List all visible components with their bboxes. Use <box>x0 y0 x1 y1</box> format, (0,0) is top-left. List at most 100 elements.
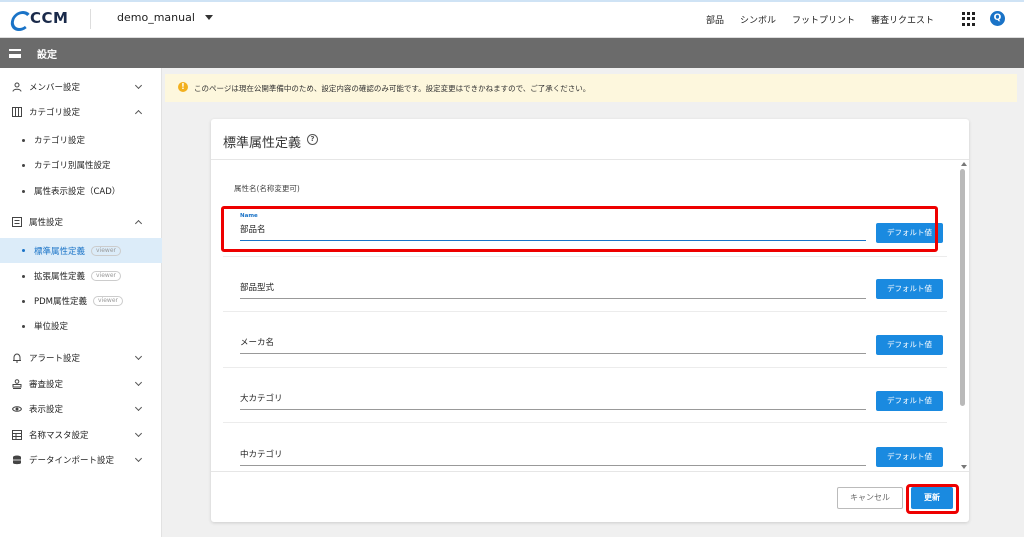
viewer-badge: viewer <box>91 245 121 256</box>
project-selector[interactable]: demo_manual <box>117 11 213 24</box>
sidebar-group-label: 審査設定 <box>29 380 64 390</box>
caret-down-icon <box>204 15 213 20</box>
bullet-icon <box>22 249 25 252</box>
help-icon[interactable]: ? <box>307 134 318 145</box>
nav-review-request[interactable]: 審査リクエスト <box>871 13 934 26</box>
chevron-down-icon <box>134 429 143 438</box>
sidebar-group-label: カテゴリ設定 <box>29 108 81 118</box>
eye-icon <box>12 406 22 412</box>
attribute-name-input[interactable]: 大カテゴリ <box>240 388 866 410</box>
input-value: 部品型式 <box>240 283 275 293</box>
attribute-name-input[interactable]: メーカ名 <box>240 332 866 354</box>
sidebar-group-category[interactable]: カテゴリ設定 <box>0 101 162 123</box>
bullet-icon <box>22 274 25 278</box>
sidebar-item-standard-attributes[interactable]: 標準属性定義 viewer <box>0 238 162 263</box>
project-name: demo_manual <box>117 11 195 24</box>
apps-grid-icon[interactable] <box>962 12 976 26</box>
top-accent-line <box>0 0 1024 2</box>
sidebar-group-label: 属性設定 <box>29 218 64 228</box>
attribute-row: メーカ名 デフォルト値 <box>223 311 947 366</box>
warning-icon: ! <box>178 82 188 92</box>
bullet-icon <box>22 189 25 193</box>
sidebar-item-category-attributes[interactable]: カテゴリ別属性設定 <box>0 153 162 177</box>
chevron-down-icon <box>134 403 143 412</box>
sidebar-group-member[interactable]: メンバー設定 <box>0 76 162 98</box>
notice-banner: ! このページは現在公開準備中のため、設定内容の確認のみ可能です。設定変更はでき… <box>165 74 1017 102</box>
main-nav: 部品 シンボル フットプリント 審査リクエスト <box>706 13 934 26</box>
sidebar-item-label: 属性表示設定（CAD） <box>34 187 121 197</box>
bullet-icon <box>22 299 25 303</box>
highlight-box-name-row <box>221 206 938 252</box>
sidebar-item-extended-attributes[interactable]: 拡張属性定義 viewer <box>0 264 162 288</box>
bullet-icon <box>22 163 25 167</box>
cancel-button[interactable]: キャンセル <box>837 487 903 509</box>
stamp-icon <box>12 379 22 389</box>
sidebar-group-label: アラート設定 <box>29 354 81 364</box>
nav-footprint[interactable]: フットプリント <box>792 13 855 26</box>
sidebar-group-review[interactable]: 審査設定 <box>0 373 162 395</box>
settings-header <box>0 38 1024 68</box>
sidebar-item-label: PDM属性定義 <box>34 297 88 307</box>
scroll-down-icon[interactable] <box>961 465 967 469</box>
sidebar-item-label: カテゴリ別属性設定 <box>34 161 111 171</box>
top-bar: CCM demo_manual 部品 シンボル フットプリント 審査リクエスト … <box>0 0 1024 38</box>
card-title: 標準属性定義 <box>223 136 302 151</box>
standard-attributes-card: 標準属性定義 ? 属性名(名称変更可) Name 部品名 デフォルト値 部品型式… <box>211 119 969 522</box>
card-divider <box>211 159 969 160</box>
scroll-up-icon[interactable] <box>961 162 967 166</box>
menu-icon[interactable] <box>9 49 21 58</box>
sidebar-item-label: 拡張属性定義 <box>34 272 86 282</box>
default-value-button[interactable]: デフォルト値 <box>876 391 943 411</box>
input-value: メーカ名 <box>240 338 275 348</box>
sidebar-item-label: 標準属性定義 <box>34 246 86 257</box>
database-icon <box>13 455 21 465</box>
input-value: 中カテゴリ <box>240 450 283 460</box>
header-divider <box>90 9 91 29</box>
footer-divider <box>211 471 969 472</box>
brand-name: CCM <box>30 9 69 27</box>
sidebar-group-data-import[interactable]: データインポート設定 <box>0 449 162 471</box>
column-header: 属性名(名称変更可) <box>234 184 300 193</box>
viewer-badge: viewer <box>91 271 121 281</box>
attribute-name-input[interactable]: 中カテゴリ <box>240 444 866 466</box>
logo-icon <box>10 10 26 26</box>
sidebar-item-label: 単位設定 <box>34 322 69 332</box>
chevron-down-icon <box>134 454 143 463</box>
scrollbar-thumb[interactable] <box>960 169 965 406</box>
sidebar-group-label: メンバー設定 <box>29 83 81 93</box>
sidebar-item-attribute-display-cad[interactable]: 属性表示設定（CAD） <box>0 179 162 203</box>
sidebar-item-unit-settings[interactable]: 単位設定 <box>0 314 162 338</box>
sidebar-item-pdm-attributes[interactable]: PDM属性定義 viewer <box>0 289 162 313</box>
input-value: 大カテゴリ <box>240 394 283 404</box>
default-value-button[interactable]: デフォルト値 <box>876 447 943 467</box>
logo[interactable]: CCM <box>10 9 68 27</box>
nav-parts[interactable]: 部品 <box>706 13 724 26</box>
sidebar-group-alert[interactable]: アラート設定 <box>0 347 162 369</box>
default-value-button[interactable]: デフォルト値 <box>876 335 943 355</box>
grid-icon <box>12 107 22 117</box>
nav-symbol[interactable]: シンボル <box>740 13 776 26</box>
bullet-icon <box>22 324 25 328</box>
notice-text: このページは現在公開準備中のため、設定内容の確認のみ可能です。設定変更はできかね… <box>194 84 591 93</box>
table-icon <box>12 430 22 440</box>
chevron-up-icon <box>134 219 143 228</box>
bell-icon <box>13 353 21 363</box>
chevron-up-icon <box>134 109 143 118</box>
avatar[interactable]: Q <box>990 11 1005 26</box>
bullet-icon <box>22 138 25 142</box>
chevron-down-icon <box>134 378 143 387</box>
sidebar-group-attribute[interactable]: 属性設定 <box>0 211 162 233</box>
sidebar-group-name-master[interactable]: 名称マスタ設定 <box>0 424 162 446</box>
default-value-button[interactable]: デフォルト値 <box>876 279 943 299</box>
sidebar-item-category-settings[interactable]: カテゴリ設定 <box>0 128 162 152</box>
attribute-name-input[interactable]: 部品型式 <box>240 277 866 299</box>
attribute-row: 中カテゴリ デフォルト値 <box>223 422 947 471</box>
list-icon <box>12 217 22 227</box>
chevron-down-icon <box>134 81 143 90</box>
sidebar-group-label: 表示設定 <box>29 405 64 415</box>
page-title: 設定 <box>37 50 57 61</box>
attribute-row: 部品型式 デフォルト値 <box>223 256 947 311</box>
viewer-badge: viewer <box>93 296 123 306</box>
highlight-box-update <box>906 484 959 514</box>
sidebar-group-display[interactable]: 表示設定 <box>0 398 162 420</box>
